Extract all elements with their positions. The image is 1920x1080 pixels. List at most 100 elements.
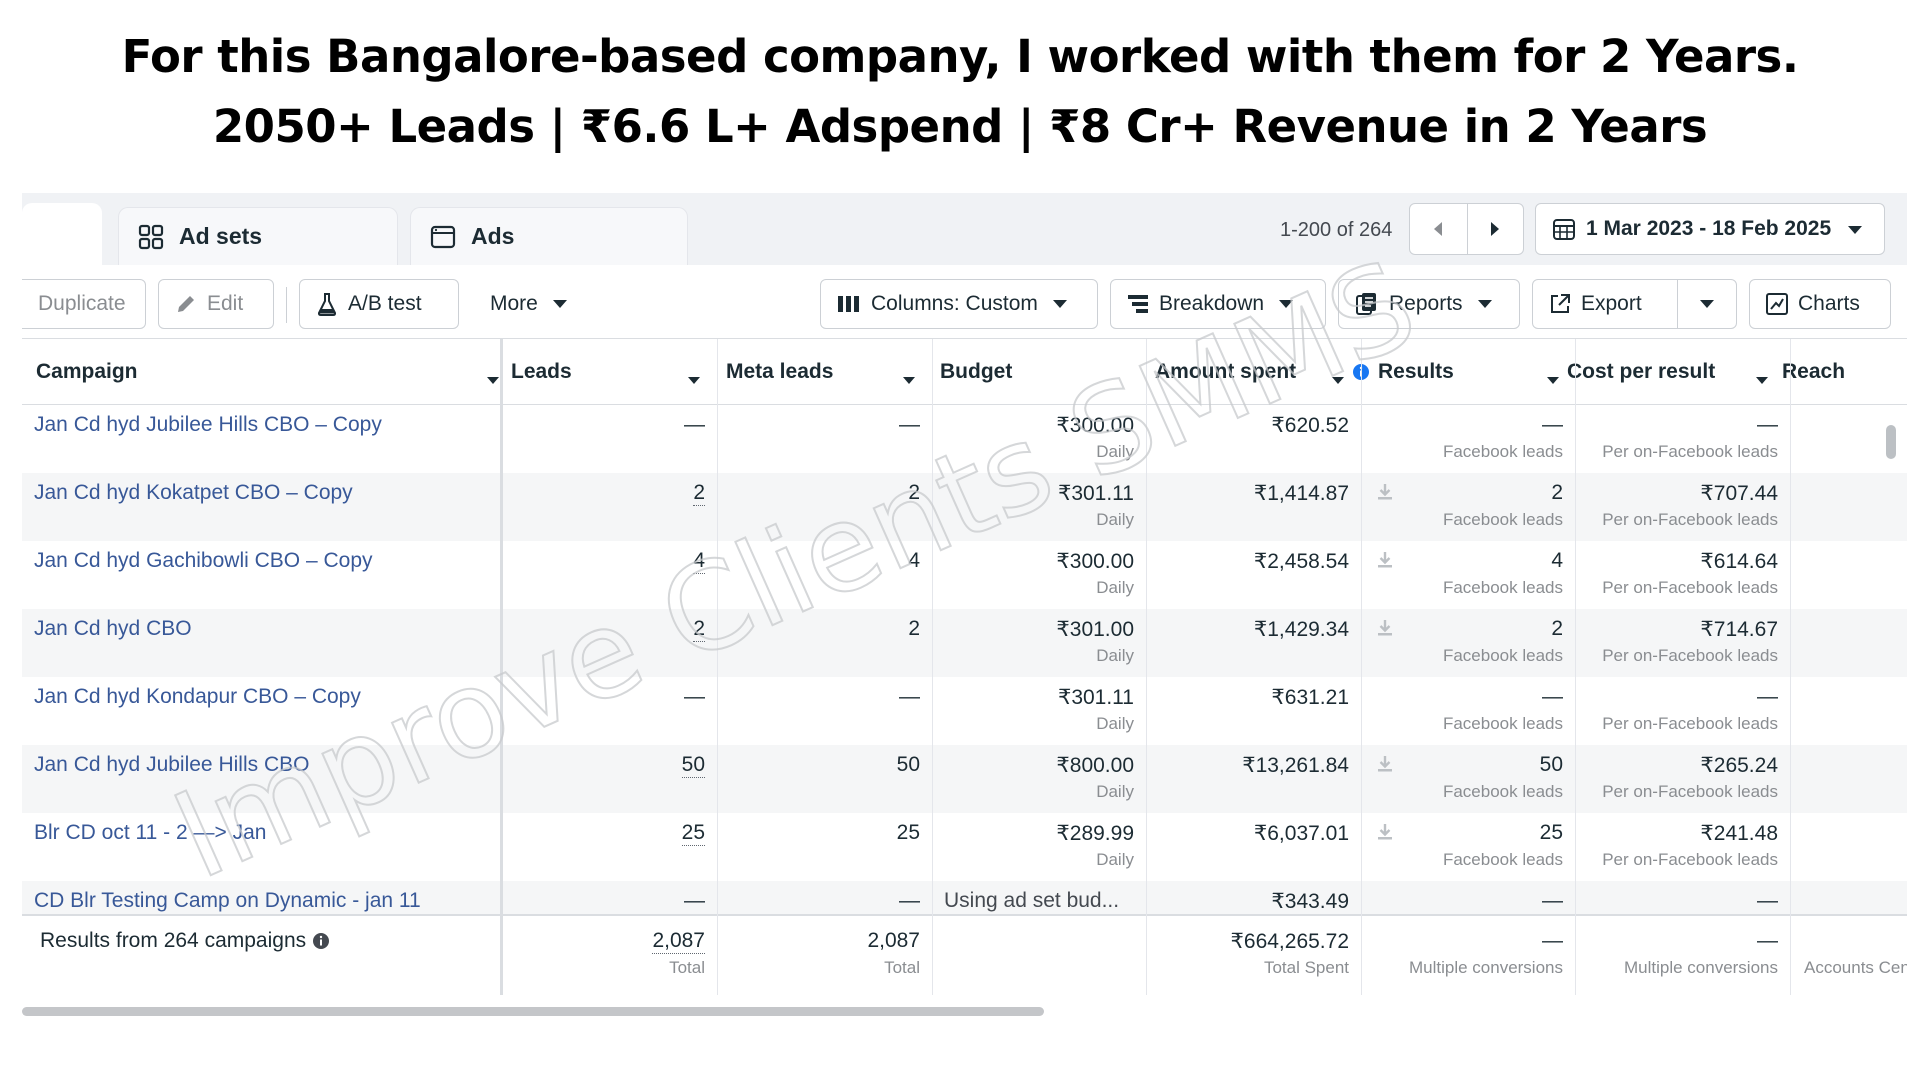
date-range-picker[interactable]: 1 Mar 2023 - 18 Feb 2025: [1535, 203, 1885, 255]
duplicate-button[interactable]: Duplicate: [22, 279, 146, 329]
table-row[interactable]: CD Blr Testing Camp on Dynamic - jan 11 …: [22, 881, 1907, 914]
download-icon[interactable]: [1377, 483, 1393, 501]
meta-leads-cell: 2: [717, 473, 932, 541]
download-icon[interactable]: [1377, 619, 1393, 637]
leads-value: —: [684, 889, 705, 912]
budget-cell: ₹301.11 Daily: [932, 473, 1146, 541]
triangle-left-icon: [1434, 222, 1443, 236]
totals-row: Results from 264 campaigns 2,087 Total 2,…: [22, 914, 1907, 995]
results-value: —: [1542, 413, 1563, 436]
leads-value: 25: [681, 821, 705, 846]
table-row[interactable]: Jan Cd hyd Kondapur CBO – Copy — — ₹301.…: [22, 677, 1907, 745]
results-cell: 4 Facebook leads: [1361, 541, 1575, 609]
results-value: —: [1542, 685, 1563, 708]
column-header-meta-leads[interactable]: Meta leads: [726, 339, 932, 405]
results-cell: — Facebook leads: [1361, 677, 1575, 745]
totals-spent-cell: ₹664,265.72 Total Spent: [1146, 916, 1361, 997]
meta-leads-value: 2: [908, 481, 920, 504]
horizontal-scrollbar[interactable]: [22, 1007, 1907, 1017]
cost-per-result-value: —: [1757, 685, 1778, 708]
campaign-name-link[interactable]: Jan Cd hyd Kokatpet CBO – Copy: [34, 481, 353, 505]
budget-period: Daily: [1096, 646, 1134, 665]
table-row[interactable]: Jan Cd hyd Kokatpet CBO – Copy 2 2 ₹301.…: [22, 473, 1907, 541]
tab-ad-sets[interactable]: Ad sets: [118, 207, 398, 265]
budget-period: Daily: [1096, 850, 1134, 869]
totals-reach-cell: Accounts Centr: [1790, 916, 1907, 997]
budget-value: ₹800.00: [1056, 754, 1134, 777]
column-header-reach[interactable]: Reach: [1782, 339, 1902, 405]
campaign-name-cell[interactable]: CD Blr Testing Camp on Dynamic - jan 11: [22, 881, 500, 914]
export-button[interactable]: Export: [1532, 279, 1678, 329]
campaign-name-cell[interactable]: Jan Cd hyd Kondapur CBO – Copy: [22, 677, 500, 745]
budget-period: Daily: [1096, 578, 1134, 597]
pager-next-button[interactable]: [1466, 204, 1524, 254]
columns-button[interactable]: Columns: Custom: [820, 279, 1098, 329]
columns-label: Columns: Custom: [871, 292, 1038, 315]
column-header-label: Results: [1378, 360, 1454, 383]
campaign-name-cell[interactable]: Jan Cd hyd Jubilee Hills CBO – Copy: [22, 405, 500, 473]
table-row[interactable]: Jan Cd hyd Jubilee Hills CBO – Copy — — …: [22, 405, 1907, 473]
cost-per-result-type: Per on-Facebook leads: [1602, 442, 1778, 461]
horizontal-scrollbar-thumb[interactable]: [22, 1007, 1044, 1016]
download-icon[interactable]: [1377, 823, 1393, 841]
amount-spent-value: ₹1,414.87: [1253, 482, 1349, 505]
cost-per-result-type: Per on-Facebook leads: [1602, 646, 1778, 665]
headline-line-2: 2050+ Leads | ₹6.6 L+ Adspend | ₹8 Cr+ R…: [212, 100, 1708, 153]
cost-per-result-cell: —: [1575, 881, 1790, 914]
pager-prev-button[interactable]: [1410, 204, 1467, 254]
column-header-campaign[interactable]: Campaign: [36, 339, 502, 405]
cost-per-result-cell: ₹614.64 Per on-Facebook leads: [1575, 541, 1790, 609]
results-value: 50: [1539, 753, 1563, 776]
breakdown-button[interactable]: Breakdown: [1110, 279, 1326, 329]
campaign-name-link[interactable]: Jan Cd hyd Jubilee Hills CBO: [34, 753, 309, 777]
info-icon[interactable]: [312, 932, 330, 950]
more-button[interactable]: More: [474, 279, 584, 329]
tab-campaigns-partial[interactable]: [22, 203, 102, 265]
table-row[interactable]: Jan Cd hyd Jubilee Hills CBO 50 50 ₹800.…: [22, 745, 1907, 813]
totals-cpr-cell: — Multiple conversions: [1575, 916, 1790, 997]
leads-cell: 2: [503, 473, 717, 541]
amount-spent-cell: ₹1,414.87: [1146, 473, 1361, 541]
reports-button[interactable]: Reports: [1338, 279, 1520, 329]
campaign-name-link[interactable]: Jan Cd hyd Kondapur CBO – Copy: [34, 685, 361, 709]
campaign-name-cell[interactable]: Jan Cd hyd Kokatpet CBO – Copy: [22, 473, 500, 541]
campaign-name-cell[interactable]: Blr CD oct 11 - 2 —> Jan: [22, 813, 500, 881]
table-row[interactable]: Jan Cd hyd Gachibowli CBO – Copy 4 4 ₹30…: [22, 541, 1907, 609]
column-header-results[interactable]: Results: [1352, 339, 1568, 405]
column-header-amount-spent[interactable]: Amount spent: [1155, 339, 1361, 405]
totals-meta-leads-sub: Total: [884, 958, 920, 977]
table-row[interactable]: Jan Cd hyd CBO 2 2 ₹301.00 Daily ₹1,429.3…: [22, 609, 1907, 677]
campaign-name-link[interactable]: Jan Cd hyd CBO: [34, 617, 192, 641]
campaign-name-link[interactable]: Blr CD oct 11 - 2 —> Jan: [34, 821, 266, 845]
budget-period: Daily: [1096, 442, 1134, 461]
column-header-cost-per-result[interactable]: Cost per result: [1567, 339, 1773, 405]
frozen-column-divider[interactable]: [500, 339, 503, 995]
headline-line-1: For this Bangalore-based company, I work…: [121, 30, 1799, 83]
meta-leads-cell: —: [717, 881, 932, 914]
pager-controls: [1409, 203, 1524, 255]
edit-button[interactable]: Edit: [158, 279, 274, 329]
campaign-name-link[interactable]: Jan Cd hyd Gachibowli CBO – Copy: [34, 549, 373, 573]
cost-per-result-value: ₹714.67: [1700, 618, 1778, 641]
column-header-leads[interactable]: Leads: [511, 339, 717, 405]
campaign-name-cell[interactable]: Jan Cd hyd CBO: [22, 609, 500, 677]
campaign-name-cell[interactable]: Jan Cd hyd Gachibowli CBO – Copy: [22, 541, 500, 609]
triangle-right-icon: [1491, 222, 1500, 236]
table-row[interactable]: Blr CD oct 11 - 2 —> Jan 25 25 ₹289.99 Da…: [22, 813, 1907, 881]
campaign-name-cell[interactable]: Jan Cd hyd Jubilee Hills CBO: [22, 745, 500, 813]
chevron-down-icon: [1847, 217, 1863, 241]
budget-value: ₹300.00: [1056, 414, 1134, 437]
vertical-scrollbar-thumb[interactable]: [1886, 425, 1896, 459]
ab-test-button[interactable]: A/B test: [299, 279, 459, 329]
cost-per-result-value: ₹707.44: [1700, 482, 1778, 505]
duplicate-label: Duplicate: [38, 292, 126, 315]
campaign-name-link[interactable]: Jan Cd hyd Jubilee Hills CBO – Copy: [34, 413, 382, 437]
campaign-name-link[interactable]: CD Blr Testing Camp on Dynamic - jan 11: [34, 889, 421, 913]
chevron-down-icon: [486, 367, 500, 391]
download-icon[interactable]: [1377, 755, 1393, 773]
column-header-budget[interactable]: Budget: [940, 339, 1146, 405]
tab-ads[interactable]: Ads: [410, 207, 688, 265]
charts-button[interactable]: Charts: [1749, 279, 1891, 329]
download-icon[interactable]: [1377, 551, 1393, 569]
export-options-button[interactable]: [1677, 279, 1737, 329]
